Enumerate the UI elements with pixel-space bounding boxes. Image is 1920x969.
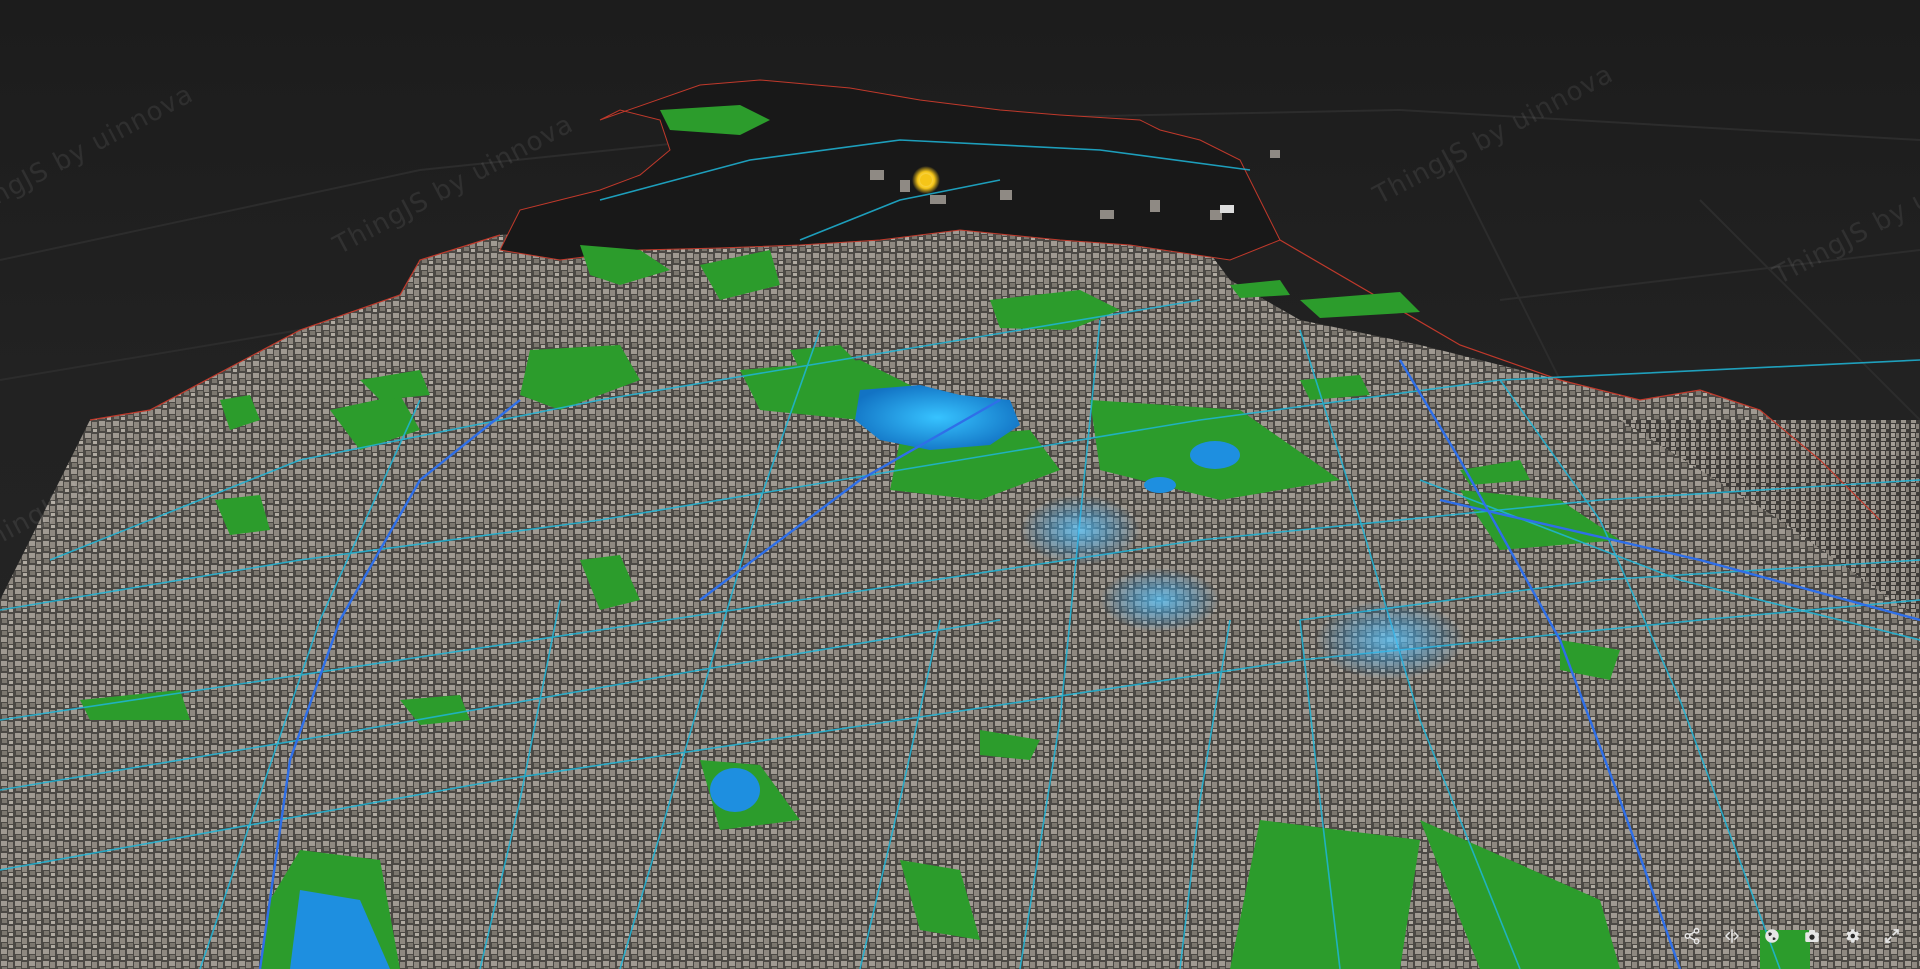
view-toolbar [1672, 921, 1912, 951]
camera-mode-button[interactable] [1712, 921, 1752, 951]
settings-button[interactable] [1832, 921, 1872, 951]
screenshot-icon [1805, 930, 1819, 942]
city-districts [0, 200, 1920, 969]
share-button[interactable] [1672, 921, 1712, 951]
city-3d-scene[interactable] [0, 0, 1920, 969]
globe-button[interactable] [1752, 921, 1792, 951]
screenshot-button[interactable] [1792, 921, 1832, 951]
fullscreen-button[interactable] [1872, 921, 1912, 951]
share-icon [1684, 927, 1700, 945]
northern-dark-area [499, 79, 1281, 261]
camera-mode-icon [1724, 929, 1740, 943]
map-viewport[interactable]: ThingJS by uinnova ThingJS by uinnova Th… [0, 0, 1920, 969]
gear-icon [1846, 929, 1860, 943]
fullscreen-icon [1885, 929, 1899, 943]
globe-icon [1765, 929, 1779, 943]
